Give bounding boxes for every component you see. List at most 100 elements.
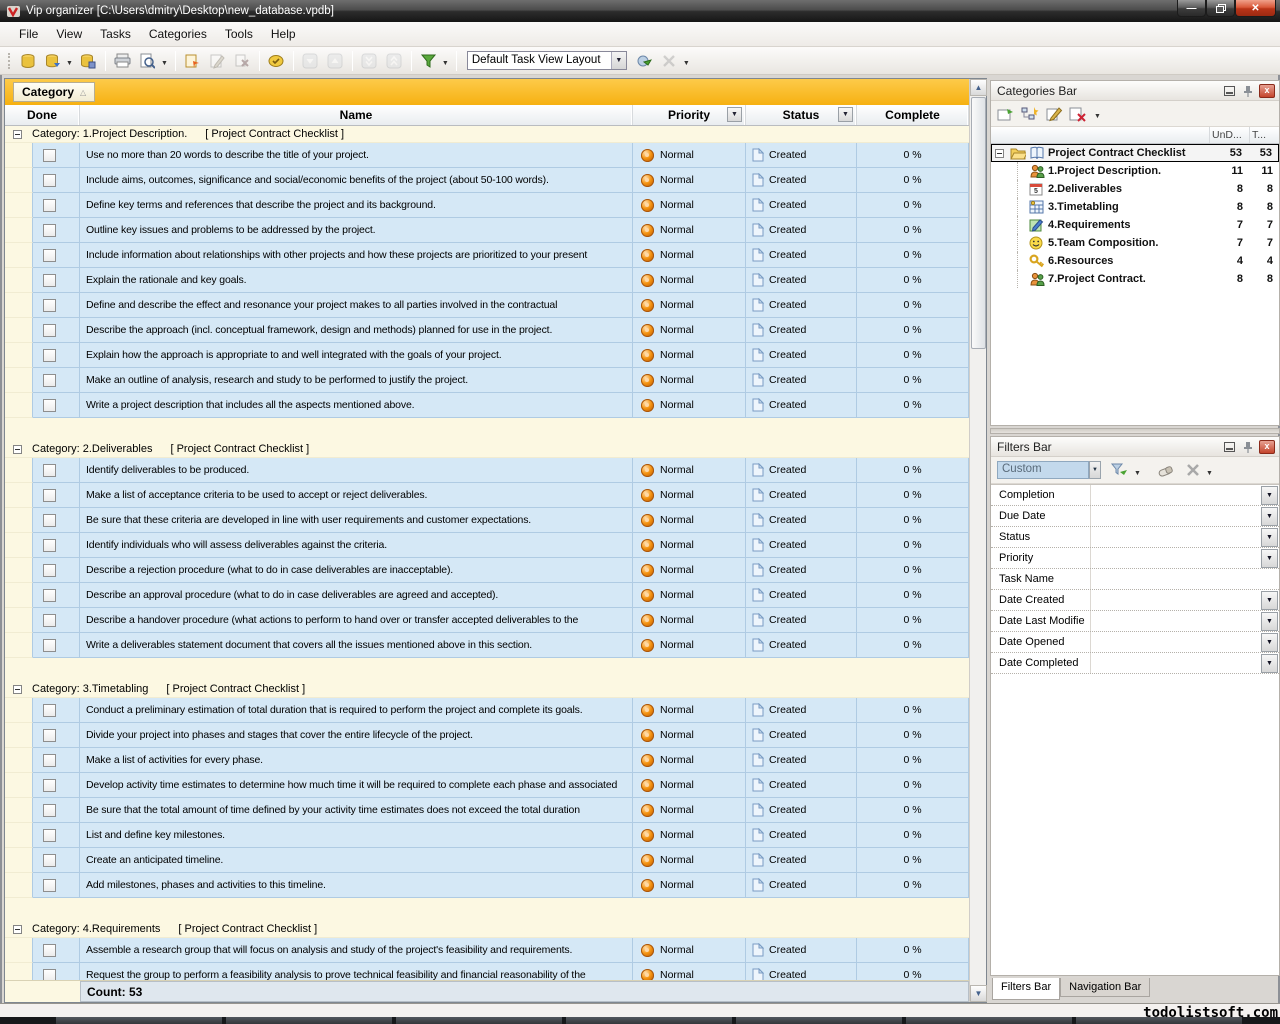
filter-value-field[interactable] <box>1091 569 1279 589</box>
task-done-checkbox[interactable] <box>43 588 56 602</box>
task-done-checkbox[interactable] <box>43 753 56 767</box>
task-done-checkbox[interactable] <box>43 778 56 792</box>
restore-button[interactable] <box>1206 0 1235 17</box>
priority-filter-button[interactable]: ▼ <box>727 107 742 122</box>
task-row[interactable]: Explain the rationale and key goals. Nor… <box>5 268 986 293</box>
menu-tasks[interactable]: Tasks <box>91 23 140 45</box>
column-header-status[interactable]: Status ▼ <box>746 105 857 125</box>
move-to-top-button[interactable] <box>383 50 406 72</box>
filter-dropdown-icon[interactable]: ▼ <box>1261 653 1278 673</box>
edit-category-button[interactable] <box>1045 106 1063 122</box>
filter-dropdown-icon[interactable]: ▼ <box>1261 611 1278 631</box>
panel-close-icon[interactable]: x <box>1259 439 1275 454</box>
task-done-checkbox[interactable] <box>43 703 56 717</box>
task-row[interactable]: Add milestones, phases and activities to… <box>5 873 986 898</box>
save-database-button[interactable] <box>77 50 100 72</box>
task-row[interactable]: Make a list of activities for every phas… <box>5 748 986 773</box>
new-database-button[interactable] <box>16 50 39 72</box>
menu-help[interactable]: Help <box>262 23 305 45</box>
menu-view[interactable]: View <box>47 23 91 45</box>
task-done-checkbox[interactable] <box>43 878 56 892</box>
move-to-bottom-button[interactable] <box>358 50 381 72</box>
scrollbar-thumb[interactable] <box>971 97 986 349</box>
task-done-checkbox[interactable] <box>43 828 56 842</box>
task-row[interactable]: Be sure that these criteria are develope… <box>5 508 986 533</box>
task-row[interactable]: Be sure that the total amount of time de… <box>5 798 986 823</box>
collapse-icon[interactable] <box>13 684 22 694</box>
save-layout-button[interactable] <box>633 50 656 72</box>
task-done-checkbox[interactable] <box>43 563 56 577</box>
filters-toolbar-overflow-icon[interactable]: ▼ <box>1206 470 1213 477</box>
panel-close-icon[interactable]: x <box>1259 83 1275 98</box>
task-done-checkbox[interactable] <box>43 148 56 162</box>
filter-button[interactable] <box>417 50 440 72</box>
filter-preset-combo[interactable]: Custom ▼ <box>997 461 1101 479</box>
task-done-checkbox[interactable] <box>43 373 56 387</box>
column-header-name[interactable]: Name <box>80 105 633 125</box>
task-row[interactable]: Write a deliverables statement document … <box>5 633 986 658</box>
tree-item-category[interactable]: 3.Timetabling 8 8 <box>991 198 1279 216</box>
tree-item-category[interactable]: 6.Resources 4 4 <box>991 252 1279 270</box>
layout-combo-dropdown-icon[interactable]: ▼ <box>610 52 626 69</box>
task-row[interactable]: Make an outline of analysis, research an… <box>5 368 986 393</box>
task-row[interactable]: Use no more than 20 words to describe th… <box>5 143 986 168</box>
task-row[interactable]: Identify deliverables to be produced. No… <box>5 458 986 483</box>
delete-category-button[interactable] <box>1069 106 1087 122</box>
task-done-checkbox[interactable] <box>43 323 56 337</box>
task-row[interactable]: Outline key issues and problems to be ad… <box>5 218 986 243</box>
windows-taskbar[interactable] <box>0 1017 1280 1024</box>
filter-value-field[interactable] <box>1091 485 1261 505</box>
category-group-header[interactable]: Category: 2.Deliverables [ Project Contr… <box>5 441 986 458</box>
tree-item-category[interactable]: 5.Team Composition. 7 7 <box>991 234 1279 252</box>
status-filter-button[interactable]: ▼ <box>838 107 853 122</box>
collapse-icon[interactable] <box>13 129 22 139</box>
column-header-complete[interactable]: Complete <box>857 105 969 125</box>
collapse-icon[interactable] <box>13 444 22 454</box>
task-row[interactable]: Define key terms and references that des… <box>5 193 986 218</box>
task-row[interactable]: Describe a handover procedure (what acti… <box>5 608 986 633</box>
task-row[interactable]: Develop activity time estimates to deter… <box>5 773 986 798</box>
group-by-category-chip[interactable]: Category △ <box>13 82 96 102</box>
print-button[interactable] <box>111 50 134 72</box>
task-row[interactable]: Identify individuals who will assess del… <box>5 533 986 558</box>
task-done-checkbox[interactable] <box>43 613 56 627</box>
task-done-checkbox[interactable] <box>43 853 56 867</box>
categories-toolbar-overflow-icon[interactable]: ▼ <box>1094 113 1101 120</box>
delete-task-button[interactable] <box>231 50 254 72</box>
task-done-checkbox[interactable] <box>43 273 56 287</box>
task-row[interactable]: Divide your project into phases and stag… <box>5 723 986 748</box>
collapse-icon[interactable] <box>13 924 22 934</box>
category-group-header[interactable]: Category: 4.Requirements [ Project Contr… <box>5 921 986 938</box>
filter-dropdown-icon[interactable]: ▼ <box>1261 548 1278 568</box>
category-group-header[interactable]: Category: 3.Timetabling [ Project Contra… <box>5 681 986 698</box>
task-done-checkbox[interactable] <box>43 463 56 477</box>
column-header-done[interactable]: Done <box>5 105 80 125</box>
filter-value-field[interactable] <box>1091 590 1261 610</box>
task-done-checkbox[interactable] <box>43 398 56 412</box>
clear-filter-button[interactable] <box>1157 463 1175 477</box>
vertical-scrollbar[interactable]: ▲ ▼ <box>969 79 987 1002</box>
task-done-checkbox[interactable] <box>43 348 56 362</box>
undone-column-header[interactable]: UnD... <box>1209 127 1249 143</box>
tab-navigation-bar[interactable]: Navigation Bar <box>1060 978 1151 997</box>
print-dropdown-icon[interactable]: ▼ <box>161 60 168 67</box>
task-done-checkbox[interactable] <box>43 248 56 262</box>
filter-dropdown-icon[interactable]: ▼ <box>1261 506 1278 526</box>
task-row[interactable]: Make a list of acceptance criteria to be… <box>5 483 986 508</box>
total-column-header[interactable]: T... <box>1249 127 1279 143</box>
task-done-checkbox[interactable] <box>43 173 56 187</box>
panel-pin-icon[interactable] <box>1240 84 1256 98</box>
tree-item-category[interactable]: 5 2.Deliverables 8 8 <box>991 180 1279 198</box>
panel-pin-icon[interactable] <box>1240 440 1256 454</box>
scroll-down-icon[interactable]: ▼ <box>970 985 987 1002</box>
task-done-checkbox[interactable] <box>43 538 56 552</box>
task-row[interactable]: Include information about relationships … <box>5 243 986 268</box>
task-row[interactable]: Include aims, outcomes, significance and… <box>5 168 986 193</box>
tab-filters-bar[interactable]: Filters Bar <box>992 978 1061 1000</box>
filter-value-field[interactable] <box>1091 611 1261 631</box>
task-done-checkbox[interactable] <box>43 728 56 742</box>
filter-preset-dropdown-icon[interactable]: ▼ <box>1089 461 1101 479</box>
apply-filter-dropdown-icon[interactable]: ▼ <box>1134 470 1141 477</box>
filter-value-field[interactable] <box>1091 548 1261 568</box>
complete-task-button[interactable] <box>265 50 288 72</box>
